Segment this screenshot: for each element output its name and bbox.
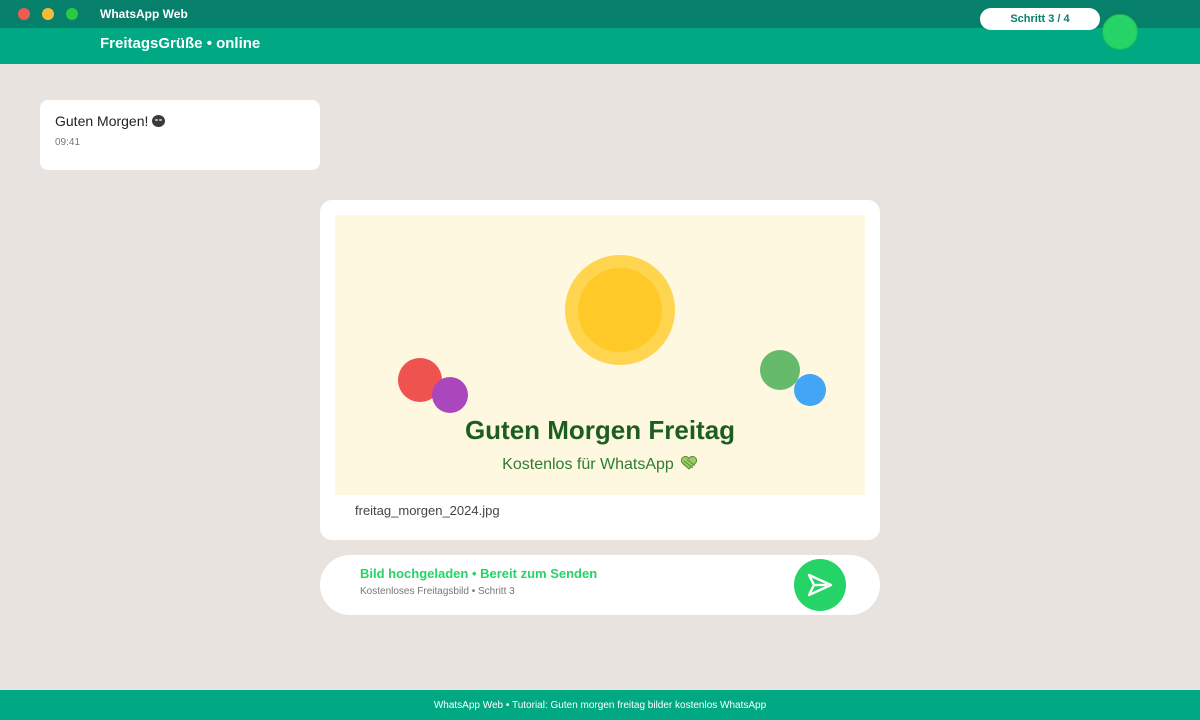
- status-title: Bild hochgeladen • Bereit zum Senden: [360, 566, 598, 581]
- maximize-window-button[interactable]: [66, 8, 78, 20]
- avatar[interactable]: [1102, 14, 1138, 50]
- upload-status-bar: Bild hochgeladen • Bereit zum Senden Kos…: [320, 555, 880, 615]
- blue-circle-decoration: [794, 374, 826, 406]
- app-title: WhatsApp Web: [100, 7, 188, 21]
- message-text: Guten Morgen!: [55, 113, 149, 129]
- image-subline-row: Kostenlos für WhatsApp: [335, 456, 865, 474]
- image-subline: Kostenlos für WhatsApp: [502, 456, 674, 473]
- minimize-window-button[interactable]: [42, 8, 54, 20]
- sun-core-graphic: [578, 268, 662, 352]
- status-subtitle: Kostenloses Freitagsbild • Schritt 3: [360, 586, 515, 597]
- message-text-row: Guten Morgen!: [55, 113, 166, 129]
- close-window-button[interactable]: [18, 8, 30, 20]
- sleepy-face-icon: [152, 115, 166, 127]
- image-headline: Guten Morgen Freitag: [464, 415, 736, 445]
- step-indicator: Schritt 3 / 4: [980, 8, 1100, 30]
- message-time: 09:41: [55, 137, 81, 148]
- image-message-card: Guten Morgen Freitag Kostenlos für Whats…: [320, 200, 880, 540]
- chat-message: Guten Morgen! 09:41: [40, 100, 320, 170]
- file-name: freitag_morgen_2024.jpg: [355, 503, 500, 518]
- image-preview[interactable]: Guten Morgen Freitag Kostenlos für Whats…: [335, 215, 865, 495]
- send-icon: [807, 573, 833, 597]
- chat-title[interactable]: FreitagsGrüße • online: [100, 35, 260, 52]
- step-indicator-label: Schritt 3 / 4: [1010, 13, 1070, 25]
- purple-circle-decoration: [432, 377, 468, 413]
- green-heart-icon: [680, 456, 697, 470]
- footer-text: WhatsApp Web • Tutorial: Guten morgen fr…: [433, 699, 767, 711]
- footer: WhatsApp Web • Tutorial: Guten morgen fr…: [0, 690, 1200, 720]
- send-button[interactable]: [794, 559, 846, 611]
- sun-graphic: [565, 255, 675, 365]
